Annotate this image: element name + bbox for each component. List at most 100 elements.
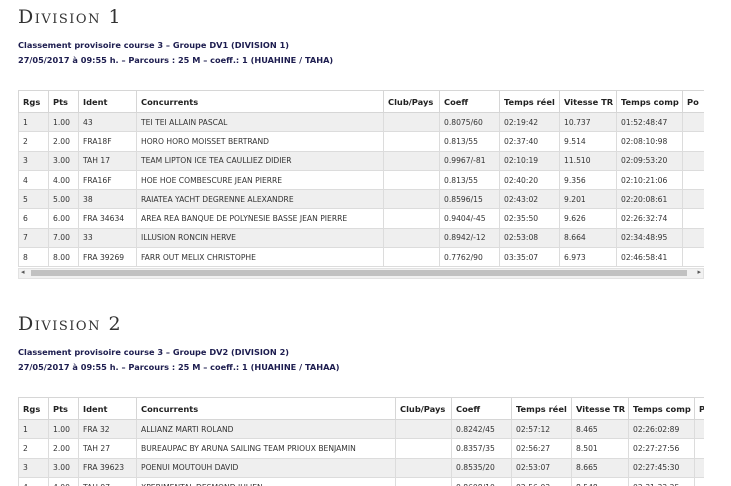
table-cell: 4.00 xyxy=(48,476,79,486)
division-1-table-container[interactable]: Rgs Pts Ident Concurrents Club/Pays Coeff Temp… xyxy=(18,90,704,268)
column-header: Pts xyxy=(48,397,79,420)
scroll-left-arrow-icon[interactable]: ◂ xyxy=(21,268,25,276)
column-header: Po xyxy=(694,397,704,420)
table-cell: 02:26:32:74 xyxy=(616,208,683,229)
table-cell: 43 xyxy=(78,111,137,133)
table-cell xyxy=(682,150,704,171)
table-cell: 3.00 xyxy=(48,150,79,171)
table-cell xyxy=(694,476,704,486)
table-cell xyxy=(383,111,440,133)
table-row: 6 6.00 FRA 34634 AREA REA BANQUE DE POLYNES… xyxy=(18,208,704,229)
division-1-results-table: Rgs Pts Ident Concurrents Club/Pays Coeff Temp… xyxy=(18,90,704,268)
division-1-heading: Classement provisoire course 3 – Groupe … xyxy=(18,40,290,50)
column-header: Po xyxy=(682,90,704,113)
table-cell xyxy=(694,457,704,478)
table-cell: 4.00 xyxy=(48,169,79,191)
table-cell: 9.201 xyxy=(559,189,617,210)
table-cell: 1.00 xyxy=(48,418,79,440)
table-cell xyxy=(682,208,704,229)
table-cell: 0.8075/60 xyxy=(439,111,500,133)
table-cell: 10.737 xyxy=(559,111,617,133)
table-cell: RAIATEA YACHT DEGRENNE ALEXANDRE xyxy=(136,189,384,210)
column-header: Concurrents xyxy=(136,397,396,420)
table-cell xyxy=(682,227,704,249)
table-cell: 9.356 xyxy=(559,169,617,191)
table-cell: 9.626 xyxy=(559,208,617,229)
table-row: 5 5.00 38 RAIATEA YACHT DEGRENNE ALEXANDRE 0… xyxy=(18,189,704,210)
table-cell: 3 xyxy=(18,150,49,171)
table-cell: TAH 97 xyxy=(78,476,137,486)
table-cell xyxy=(383,150,440,171)
division-1-title: Division 1 xyxy=(18,6,123,28)
table-cell: 1.00 xyxy=(48,111,79,133)
table-cell: 02:10:19 xyxy=(499,150,560,171)
table-cell xyxy=(682,169,704,191)
table-cell: FRA 32 xyxy=(78,418,137,440)
table-cell: POENUI MOUTOUH DAVID xyxy=(136,457,396,478)
table-cell: 02:31:33:25 xyxy=(628,476,695,486)
division-1-horizontal-scrollbar[interactable]: ◂ ▸ xyxy=(18,268,704,279)
table-cell: 2 xyxy=(18,131,49,152)
table-cell: TAH 27 xyxy=(78,438,137,459)
division-2-table-container[interactable]: Rgs Pts Ident Concurrents Club/Pays Coeff Temp… xyxy=(18,397,704,486)
table-cell: 0.7762/90 xyxy=(439,247,500,268)
table-cell xyxy=(682,247,704,268)
table-cell: 03:35:07 xyxy=(499,247,560,268)
table-cell xyxy=(395,457,452,478)
table-row: 3 3.00 FRA 39623 POENUI MOUTOUH DAVID 0.8535… xyxy=(18,457,704,478)
table-cell: 38 xyxy=(78,189,137,210)
table-cell xyxy=(682,111,704,133)
table-cell: 8.465 xyxy=(571,418,629,440)
table-row: 1 1.00 43 TEI TEI ALLAIN PASCAL 0.8075/60 02:… xyxy=(18,111,704,133)
table-cell: 02:08:10:98 xyxy=(616,131,683,152)
table-cell: 02:53:08 xyxy=(499,227,560,249)
table-cell: HOE HOE COMBESCURE JEAN PIERRE xyxy=(136,169,384,191)
table-cell: 0.8535/20 xyxy=(451,457,512,478)
table-header-row: Rgs Pts Ident Concurrents Club/Pays Coeff Temp… xyxy=(18,90,704,113)
table-cell xyxy=(383,227,440,249)
table-row: 2 2.00 TAH 27 BUREAUPAC BY ARUNA SAILING TE… xyxy=(18,438,704,459)
scrollbar-thumb[interactable] xyxy=(31,270,687,276)
table-cell xyxy=(682,131,704,152)
table-cell: 8.501 xyxy=(571,438,629,459)
table-cell: 2.00 xyxy=(48,438,79,459)
table-cell: 0.9967/-81 xyxy=(439,150,500,171)
table-row: 3 3.00 TAH 17 TEAM LIPTON ICE TEA CAULLIEZ … xyxy=(18,150,704,171)
table-cell: 02:27:27:56 xyxy=(628,438,695,459)
table-row: 1 1.00 FRA 32 ALLIANZ MARTI ROLAND 0.8242/45… xyxy=(18,418,704,440)
table-cell xyxy=(383,189,440,210)
table-cell: TEI TEI ALLAIN PASCAL xyxy=(136,111,384,133)
scroll-right-arrow-icon[interactable]: ▸ xyxy=(697,268,701,276)
column-header: Club/Pays xyxy=(395,397,452,420)
table-cell: 02:57:12 xyxy=(511,418,572,440)
table-cell: FARR OUT MELIX CHRISTOPHE xyxy=(136,247,384,268)
table-cell: 2 xyxy=(18,438,49,459)
table-cell: 02:09:53:20 xyxy=(616,150,683,171)
table-cell: 02:43:02 xyxy=(499,189,560,210)
column-header: Coeff xyxy=(451,397,512,420)
table-cell: 02:34:48:95 xyxy=(616,227,683,249)
table-cell: 1 xyxy=(18,111,49,133)
table-cell: 02:10:21:06 xyxy=(616,169,683,191)
table-cell: FRA 34634 xyxy=(78,208,137,229)
table-cell: 02:19:42 xyxy=(499,111,560,133)
table-cell xyxy=(383,208,440,229)
table-cell: 0.8596/15 xyxy=(439,189,500,210)
table-cell: 3.00 xyxy=(48,457,79,478)
table-cell: 1 xyxy=(18,418,49,440)
table-cell: ILLUSION RONCIN HERVE xyxy=(136,227,384,249)
column-header: Temps réel xyxy=(499,90,560,113)
division-2-results-table: Rgs Pts Ident Concurrents Club/Pays Coeff Temp… xyxy=(18,397,704,486)
table-cell: FRA16F xyxy=(78,169,137,191)
column-header: Temps réel xyxy=(511,397,572,420)
column-header: Ident xyxy=(78,397,137,420)
column-header: Temps comp xyxy=(616,90,683,113)
table-row: 7 7.00 33 ILLUSION RONCIN HERVE 0.8942/-12 02… xyxy=(18,227,704,249)
table-cell xyxy=(383,247,440,268)
table-cell: FRA 39623 xyxy=(78,457,137,478)
table-cell: TEAM LIPTON ICE TEA CAULLIEZ DIDIER xyxy=(136,150,384,171)
table-cell: 0.9404/-45 xyxy=(439,208,500,229)
table-cell: 02:26:02:89 xyxy=(628,418,695,440)
table-cell: 5.00 xyxy=(48,189,79,210)
table-cell: FRA 39269 xyxy=(78,247,137,268)
